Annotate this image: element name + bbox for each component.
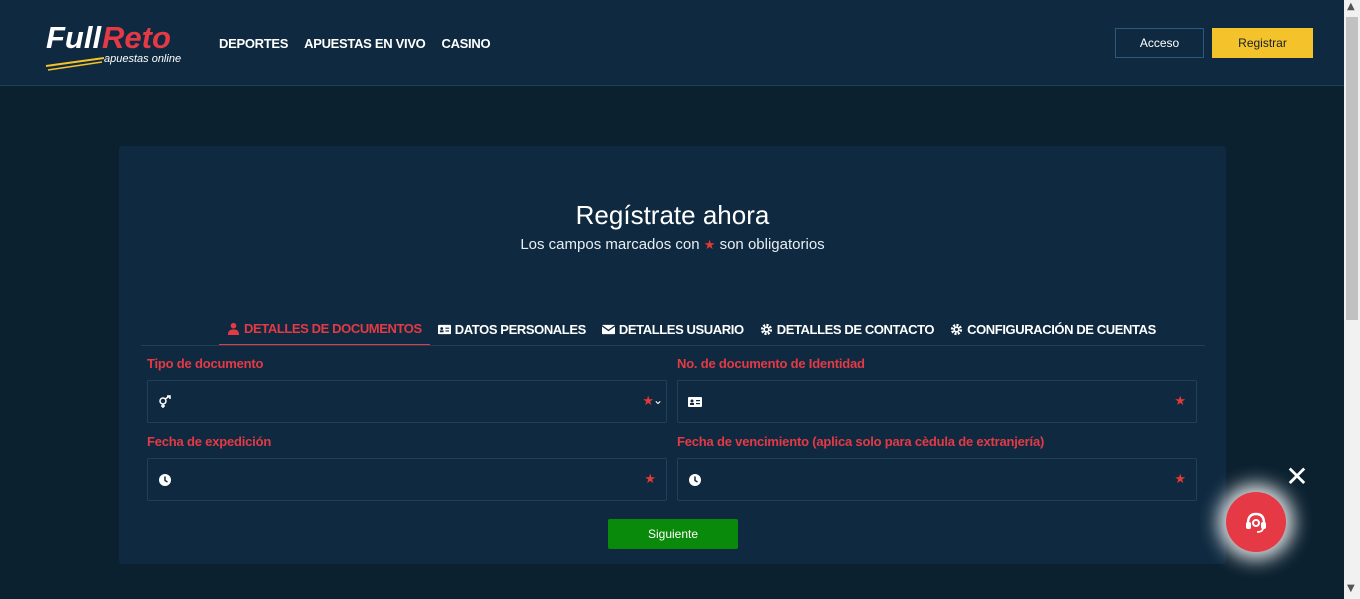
scrollbar-thumb[interactable] — [1346, 17, 1358, 320]
tab-label: CONFIGURACIÓN DE CUENTAS — [967, 321, 1156, 337]
expiry-date-label: Fecha de vencimiento (aplica solo para c… — [677, 434, 1045, 449]
page-title: Regístrate ahora — [575, 200, 770, 230]
id-card-icon — [688, 397, 702, 407]
scroll-up-icon[interactable]: ▲ — [1347, 2, 1355, 12]
note-text-before: Los campos marcados con — [520, 236, 700, 253]
doc-number-input[interactable]: ★ — [677, 380, 1197, 423]
fullreto-logo[interactable]: Full Reto apuestas online — [44, 14, 202, 74]
nav-deportes[interactable]: DEPORTES — [219, 36, 288, 51]
doc-type-label: Tipo de documento — [147, 356, 264, 371]
nav-apuestas-en-vivo[interactable]: APUESTAS EN VIVO — [304, 36, 426, 51]
tab-label: DETALLES USUARIO — [618, 321, 744, 337]
issue-date-input[interactable]: ★ — [147, 458, 667, 501]
headset-icon — [1246, 512, 1266, 533]
tab-detalles-documentos[interactable]: DETALLES DE DOCUMENTOS — [219, 312, 430, 346]
tab-label: DETALLES DE DOCUMENTOS — [244, 320, 422, 336]
required-star-icon: ★ — [644, 472, 656, 487]
required-star-icon: ★ — [1174, 394, 1186, 409]
tab-label: DETALLES DE CONTACTO — [776, 321, 935, 337]
svg-text:apuestas online: apuestas online — [104, 53, 181, 65]
gender-icon — [159, 395, 171, 408]
required-star-icon: ★ — [703, 237, 716, 252]
note-text-after: son obligatorios — [719, 236, 825, 253]
doc-number-label: No. de documento de Identidad — [677, 356, 865, 371]
tab-configuracion-cuentas[interactable]: CONFIGURACIÓN DE CUENTAS — [942, 312, 1164, 346]
gear-icon — [760, 323, 772, 335]
envelope-icon — [601, 324, 615, 334]
tab-detalles-usuario[interactable]: DETALLES USUARIO — [594, 312, 752, 346]
register-button[interactable]: Registrar — [1212, 28, 1313, 58]
id-card-icon — [437, 324, 451, 334]
main-nav: DEPORTES APUESTAS EN VIVO CASINO — [219, 36, 491, 51]
doc-type-select[interactable]: ★ ⌄ — [147, 380, 667, 423]
required-star-icon: ★ — [1174, 472, 1186, 487]
tab-detalles-contacto[interactable]: DETALLES DE CONTACTO — [752, 312, 942, 346]
tab-datos-personales[interactable]: DATOS PERSONALES — [430, 312, 594, 346]
registration-card: Regístrate ahora Los campos marcados con… — [119, 146, 1226, 564]
chevron-down-icon: ⌄ — [652, 393, 663, 407]
required-fields-note: Los campos marcados con ★ son obligatori… — [119, 236, 1226, 253]
tabs-divider — [141, 345, 1205, 346]
issue-date-label: Fecha de expedición — [147, 434, 272, 449]
scroll-down-icon[interactable]: ▼ — [1347, 584, 1355, 594]
page-scrollbar[interactable]: ▲ ▼ — [1344, 0, 1360, 599]
registration-steps-tabs: DETALLES DE DOCUMENTOS DATOS PERSONALES … — [219, 312, 1164, 346]
nav-casino[interactable]: CASINO — [442, 36, 491, 51]
tab-label: DATOS PERSONALES — [454, 321, 586, 337]
expiry-date-input[interactable]: ★ — [677, 458, 1197, 501]
support-chat-button[interactable] — [1226, 492, 1286, 552]
user-icon — [227, 322, 240, 335]
login-button[interactable]: Acceso — [1115, 28, 1204, 58]
clock-icon — [689, 474, 701, 486]
svg-text:Reto: Reto — [102, 20, 171, 55]
next-button[interactable]: Siguiente — [608, 519, 738, 549]
close-icon[interactable]: ✕ — [1283, 463, 1311, 491]
gear-icon — [951, 323, 963, 335]
site-header: Full Reto apuestas online DEPORTES APUES… — [0, 0, 1344, 86]
clock-icon — [159, 474, 171, 486]
svg-text:Full: Full — [46, 20, 102, 55]
